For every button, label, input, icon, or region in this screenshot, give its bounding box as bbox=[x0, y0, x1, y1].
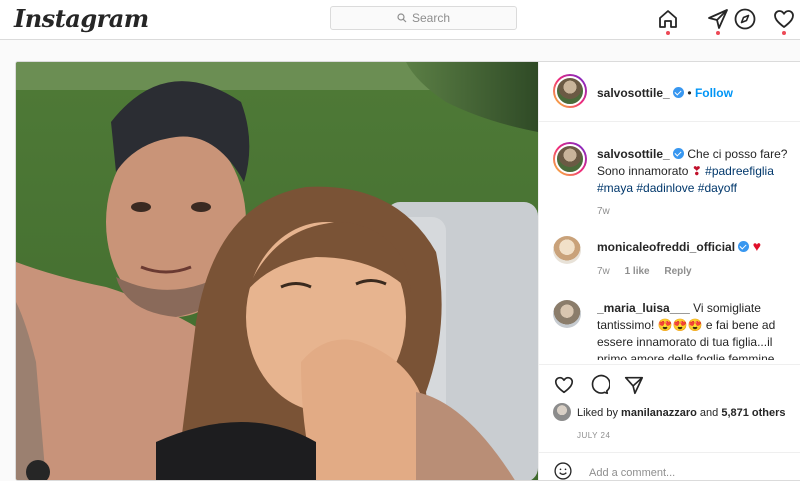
activity-heart-icon[interactable] bbox=[772, 7, 796, 31]
instagram-logo[interactable]: Instagram bbox=[14, 4, 149, 33]
comment-bubble-icon[interactable] bbox=[588, 374, 610, 396]
liked-by-count[interactable]: 5,871 others bbox=[721, 407, 785, 419]
liked-by-user[interactable]: manilanazzaro bbox=[621, 407, 697, 419]
comment-1-username[interactable]: monicaleofreddi_official bbox=[597, 240, 735, 254]
post-date[interactable]: JULY 24 bbox=[577, 431, 610, 440]
home-icon[interactable] bbox=[656, 7, 680, 31]
search-placeholder: Search bbox=[411, 11, 451, 25]
hashtag-dadinlove[interactable]: #dadinlove bbox=[636, 181, 694, 195]
activity-notification-dot bbox=[782, 31, 786, 35]
verified-badge-icon bbox=[673, 87, 685, 98]
rose-emoji-icon: ❣ bbox=[691, 164, 702, 178]
comment-2-username[interactable]: _maria_luisa___ bbox=[597, 301, 690, 315]
author-avatar[interactable] bbox=[553, 74, 587, 108]
liked-by-and: and bbox=[699, 407, 719, 419]
caption-author-avatar[interactable] bbox=[553, 142, 587, 176]
home-notification-dot bbox=[666, 31, 670, 35]
liked-by-line: Liked by manilanazzaro and 5,871 others bbox=[577, 407, 786, 419]
comment-avatar-maria-luisa[interactable] bbox=[553, 300, 581, 328]
hashtag-padreefiglia[interactable]: #padreefiglia bbox=[705, 164, 774, 178]
search-icon bbox=[397, 13, 407, 23]
caption: salvosottile_ Che ci posso fare? Sono in… bbox=[597, 146, 800, 197]
hashtag-maya[interactable]: #maya bbox=[597, 181, 633, 195]
selfie-photo-illustration bbox=[16, 62, 538, 480]
separator-dot: • bbox=[687, 86, 692, 100]
comment-1-meta: 7w 1 like Reply bbox=[597, 266, 692, 277]
comment-avatar-monicaleofreddi[interactable] bbox=[553, 236, 581, 264]
caption-author-username[interactable]: salvosottile_ bbox=[597, 147, 670, 161]
comment-1-likes[interactable]: 1 like bbox=[625, 266, 650, 277]
heart-eyes-emoji-icon: 😍😍😍 bbox=[657, 318, 703, 332]
comment-1-reply-button[interactable]: Reply bbox=[664, 266, 691, 277]
follow-button[interactable]: Follow bbox=[695, 86, 733, 100]
post-photo[interactable] bbox=[16, 62, 538, 480]
hashtag-dayoff[interactable]: #dayoff bbox=[698, 181, 737, 195]
direct-messages-icon[interactable] bbox=[706, 7, 730, 31]
post-header: salvosottile_ • Follow bbox=[597, 86, 733, 100]
comment-box-divider bbox=[539, 452, 800, 453]
author-username[interactable]: salvosottile_ bbox=[597, 86, 670, 100]
actions-divider bbox=[539, 364, 800, 365]
comment-1-verified-badge-icon bbox=[738, 241, 750, 252]
header-divider bbox=[539, 121, 800, 122]
comment-2: _maria_luisa___ Vi somigliate tantissimo… bbox=[597, 300, 800, 360]
liked-by-avatar[interactable] bbox=[553, 403, 571, 421]
search-input[interactable]: Search bbox=[330, 6, 517, 30]
caption-age: 7w bbox=[597, 206, 610, 217]
emoji-smiley-icon[interactable] bbox=[553, 461, 573, 481]
comment-1-age: 7w bbox=[597, 266, 610, 277]
post-card: salvosottile_ • Follow salvosottile_ Che… bbox=[15, 61, 800, 481]
liked-by-prefix: Liked by bbox=[577, 407, 618, 419]
explore-compass-icon[interactable] bbox=[733, 7, 757, 31]
like-heart-icon[interactable] bbox=[553, 374, 575, 396]
caption-verified-badge-icon bbox=[673, 148, 685, 159]
comment-1: monicaleofreddi_official ♥ bbox=[597, 238, 761, 256]
add-comment-input[interactable]: Add a comment... bbox=[589, 467, 675, 479]
post-side-panel: salvosottile_ • Follow salvosottile_ Che… bbox=[538, 62, 800, 481]
messages-notification-dot bbox=[716, 31, 720, 35]
top-navigation-bar: Instagram Search bbox=[0, 0, 800, 40]
share-paper-plane-icon[interactable] bbox=[623, 374, 645, 396]
red-heart-emoji-icon: ♥ bbox=[752, 238, 762, 254]
